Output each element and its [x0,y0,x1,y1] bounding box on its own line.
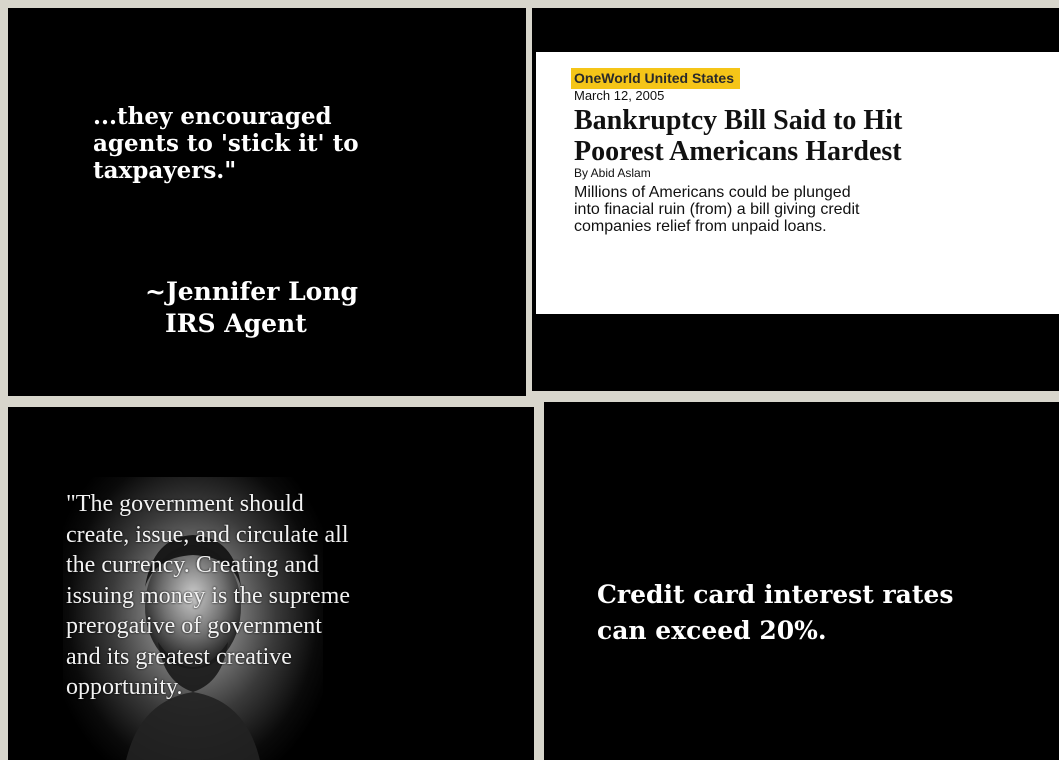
irs-agent-quote: ...they encouraged agents to 'stick it' … [93,103,359,184]
government-currency-quote: "The government should create, issue, an… [66,491,350,700]
quote-author: ~Jennifer Long [145,277,358,306]
news-clipping-panel: OneWorld United States March 12, 2005 Ba… [532,8,1059,391]
quote-panel-irs-agent: ...they encouraged agents to 'stick it' … [8,8,526,396]
credit-card-panel: Credit card interest rates can exceed 20… [544,402,1059,760]
news-clipping: OneWorld United States March 12, 2005 Ba… [536,52,1059,314]
article-headline: Bankruptcy Bill Said to Hit Poorest Amer… [574,105,903,167]
article-summary: Millions of Americans could be plunged i… [574,184,860,235]
quote-author-title: IRS Agent [165,309,307,338]
quote-panel-government-currency: "The government should create, issue, an… [8,407,534,760]
article-byline: By Abid Aslam [574,166,651,180]
credit-card-interest-text: Credit card interest rates can exceed 20… [597,580,954,645]
news-source-label: OneWorld United States [571,68,740,89]
article-date: March 12, 2005 [574,88,665,103]
